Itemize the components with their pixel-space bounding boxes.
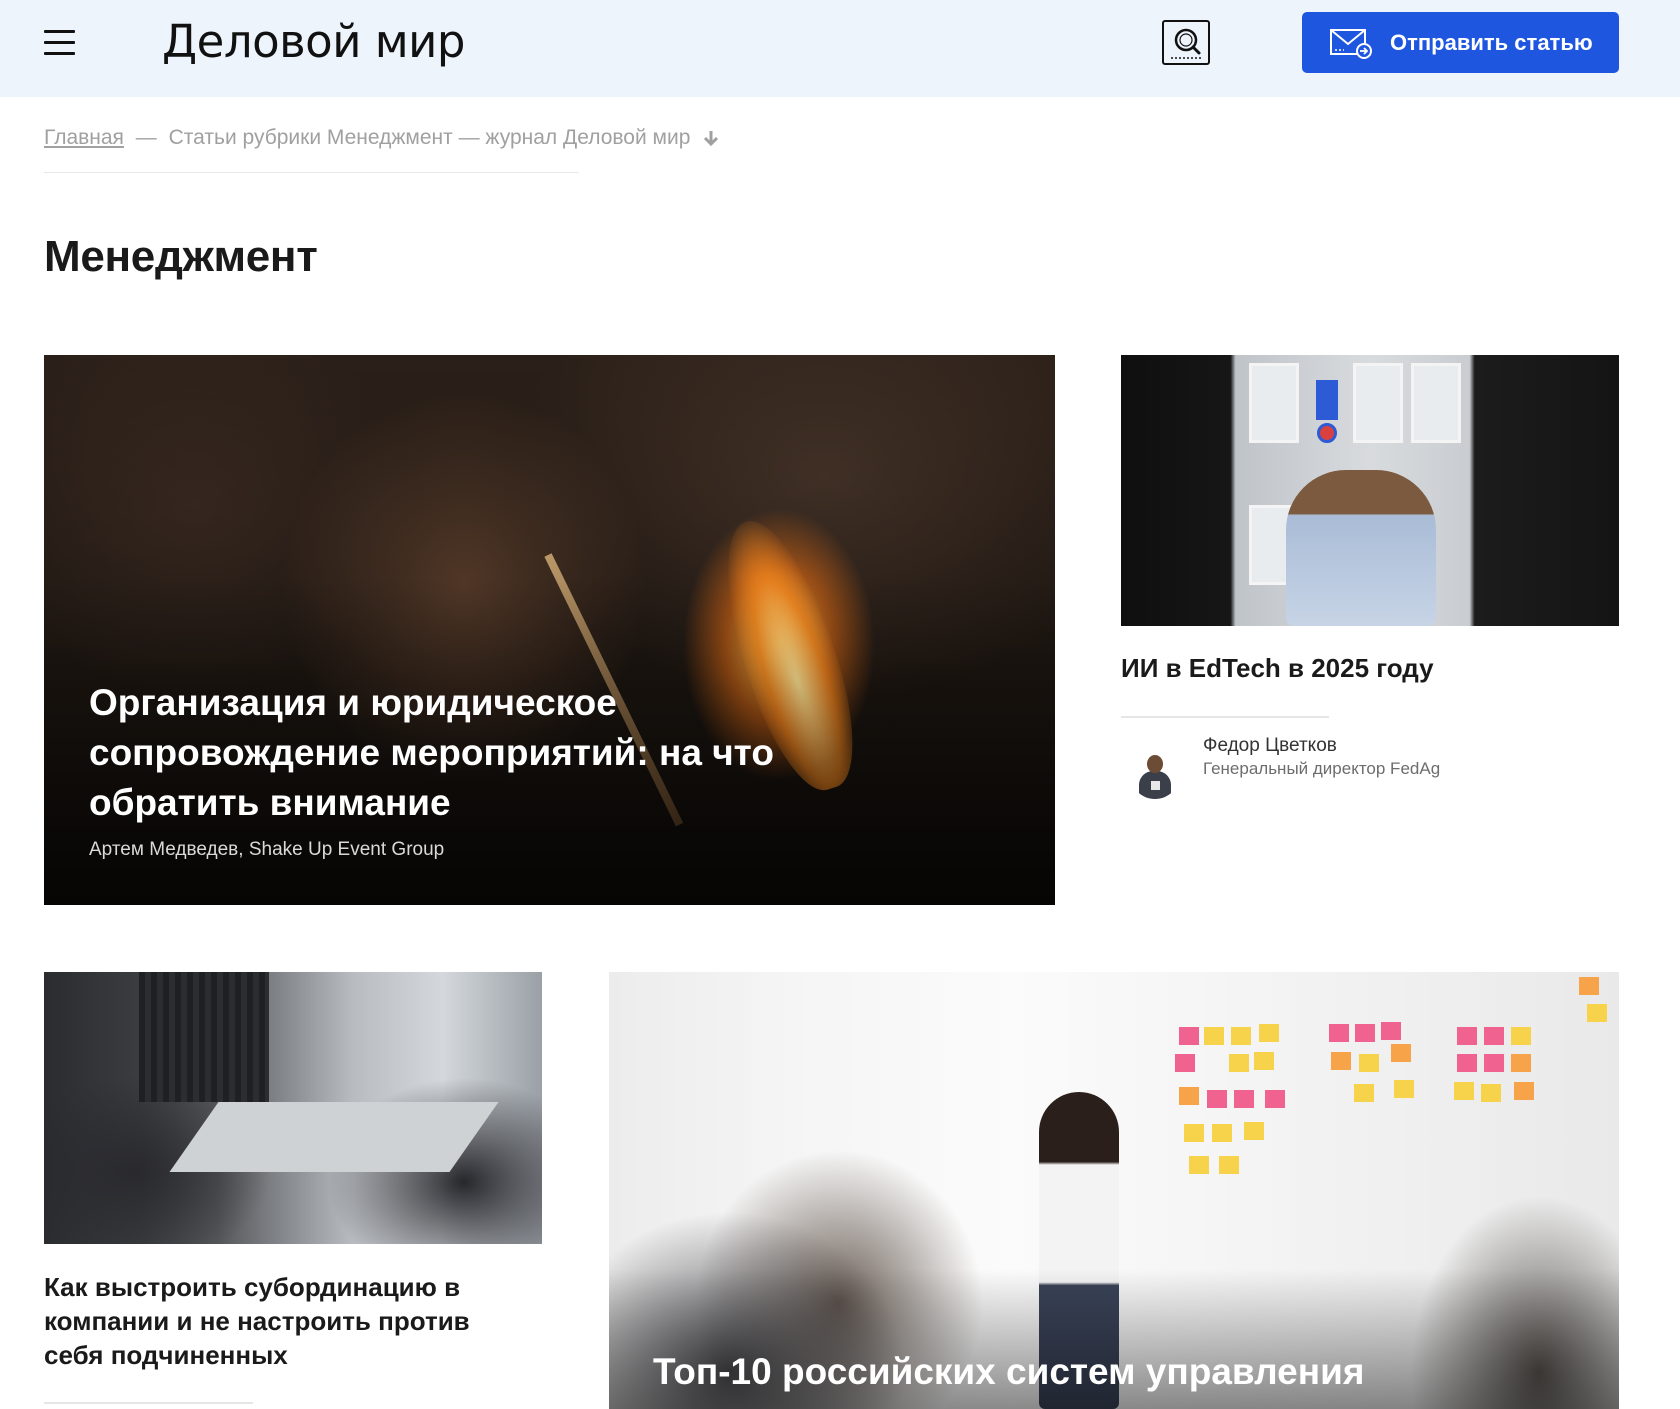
- sticky-note: [1511, 1054, 1531, 1072]
- bottom-left-article-title[interactable]: Как выстроить субординацию в компании и …: [44, 1270, 514, 1372]
- sticky-note: [1175, 1054, 1195, 1072]
- send-article-label: Отправить статью: [1390, 29, 1593, 55]
- breadcrumb: Главная — Статьи рубрики Менеджмент — жу…: [44, 126, 720, 150]
- site-logo[interactable]: Деловой мир: [162, 12, 466, 72]
- avatar-head: [1147, 755, 1163, 773]
- sticky-note: [1381, 1022, 1401, 1040]
- hamburger-menu-icon[interactable]: [44, 28, 75, 56]
- sticky-note: [1391, 1044, 1411, 1062]
- breadcrumb-home-link[interactable]: Главная: [44, 126, 124, 149]
- sticky-note: [1219, 1156, 1239, 1174]
- sticky-note: [1229, 1054, 1249, 1072]
- site-header: Деловой мир Отправить статью: [0, 0, 1680, 97]
- side-article-title[interactable]: ИИ в EdTech в 2025 году: [1121, 653, 1434, 684]
- sticky-note: [1234, 1090, 1254, 1108]
- sticky-note: [1511, 1027, 1531, 1045]
- sticky-note: [1254, 1052, 1274, 1070]
- send-article-button[interactable]: Отправить статью: [1302, 12, 1619, 73]
- breadcrumb-current: Статьи рубрики Менеджмент — журнал Делов…: [168, 126, 691, 149]
- sticky-note: [1484, 1027, 1504, 1045]
- sticky-note: [1179, 1087, 1199, 1105]
- image-person: [1286, 470, 1436, 626]
- bottom-left-article-divider: [44, 1402, 253, 1404]
- sticky-note: [1259, 1024, 1279, 1042]
- image-window: [1249, 363, 1299, 443]
- page-title: Менеджмент: [44, 232, 318, 281]
- envelope-icon: [1330, 28, 1372, 59]
- sticky-note: [1481, 1084, 1501, 1102]
- hero-article-title[interactable]: Организация и юридическое сопровождение …: [89, 678, 909, 828]
- breadcrumb-separator: —: [135, 126, 157, 149]
- sticky-note: [1189, 1156, 1209, 1174]
- bottom-left-article-image[interactable]: [44, 972, 542, 1244]
- image-road-sign: [1316, 380, 1338, 420]
- sticky-note: [1457, 1027, 1477, 1045]
- sticky-note: [1244, 1122, 1264, 1140]
- sticky-note: [1454, 1082, 1474, 1100]
- side-article-divider: [1121, 716, 1329, 718]
- sticky-note: [1355, 1024, 1375, 1042]
- sticky-note: [1484, 1054, 1504, 1072]
- menu-line: [44, 30, 75, 33]
- hero-article-card[interactable]: Организация и юридическое сопровождение …: [44, 355, 1055, 905]
- sticky-note: [1394, 1080, 1414, 1098]
- search-button[interactable]: [1162, 20, 1210, 65]
- sticky-note: [1359, 1054, 1379, 1072]
- sticky-note: [1231, 1027, 1251, 1045]
- sticky-note: [1207, 1090, 1227, 1108]
- image-window: [1353, 363, 1403, 443]
- sticky-note: [1457, 1054, 1477, 1072]
- arrow-down-icon: [704, 131, 719, 147]
- image-curtain: [139, 972, 269, 1102]
- bottom-right-article-card[interactable]: Топ-10 российских систем управления: [609, 972, 1619, 1409]
- sticky-note: [1329, 1024, 1349, 1042]
- sticky-note: [1212, 1124, 1232, 1142]
- search-icon: [1171, 28, 1203, 59]
- sticky-note: [1179, 1027, 1199, 1045]
- author-name[interactable]: Федор Цветков: [1203, 735, 1337, 757]
- image-table: [169, 1102, 499, 1172]
- avatar-badge: [1151, 781, 1160, 790]
- side-article-image[interactable]: [1121, 355, 1619, 626]
- image-road-sign: [1317, 423, 1337, 443]
- image-window: [1411, 363, 1461, 443]
- sticky-note: [1587, 1004, 1607, 1022]
- sticky-note: [1354, 1084, 1374, 1102]
- hero-article-author: Артем Медведев, Shake Up Event Group: [89, 839, 445, 860]
- sticky-note: [1204, 1027, 1224, 1045]
- sticky-note: [1514, 1082, 1534, 1100]
- menu-line: [44, 41, 75, 44]
- bottom-right-article-title[interactable]: Топ-10 российских систем управления: [653, 1347, 1593, 1397]
- author-role: Генеральный директор FedAg: [1203, 759, 1441, 778]
- sticky-note: [1265, 1090, 1285, 1108]
- sticky-note: [1331, 1052, 1351, 1070]
- sticky-note: [1184, 1124, 1204, 1142]
- author-avatar[interactable]: [1130, 749, 1180, 799]
- menu-line: [44, 52, 75, 55]
- breadcrumb-divider: [44, 172, 579, 173]
- sticky-note: [1579, 977, 1599, 995]
